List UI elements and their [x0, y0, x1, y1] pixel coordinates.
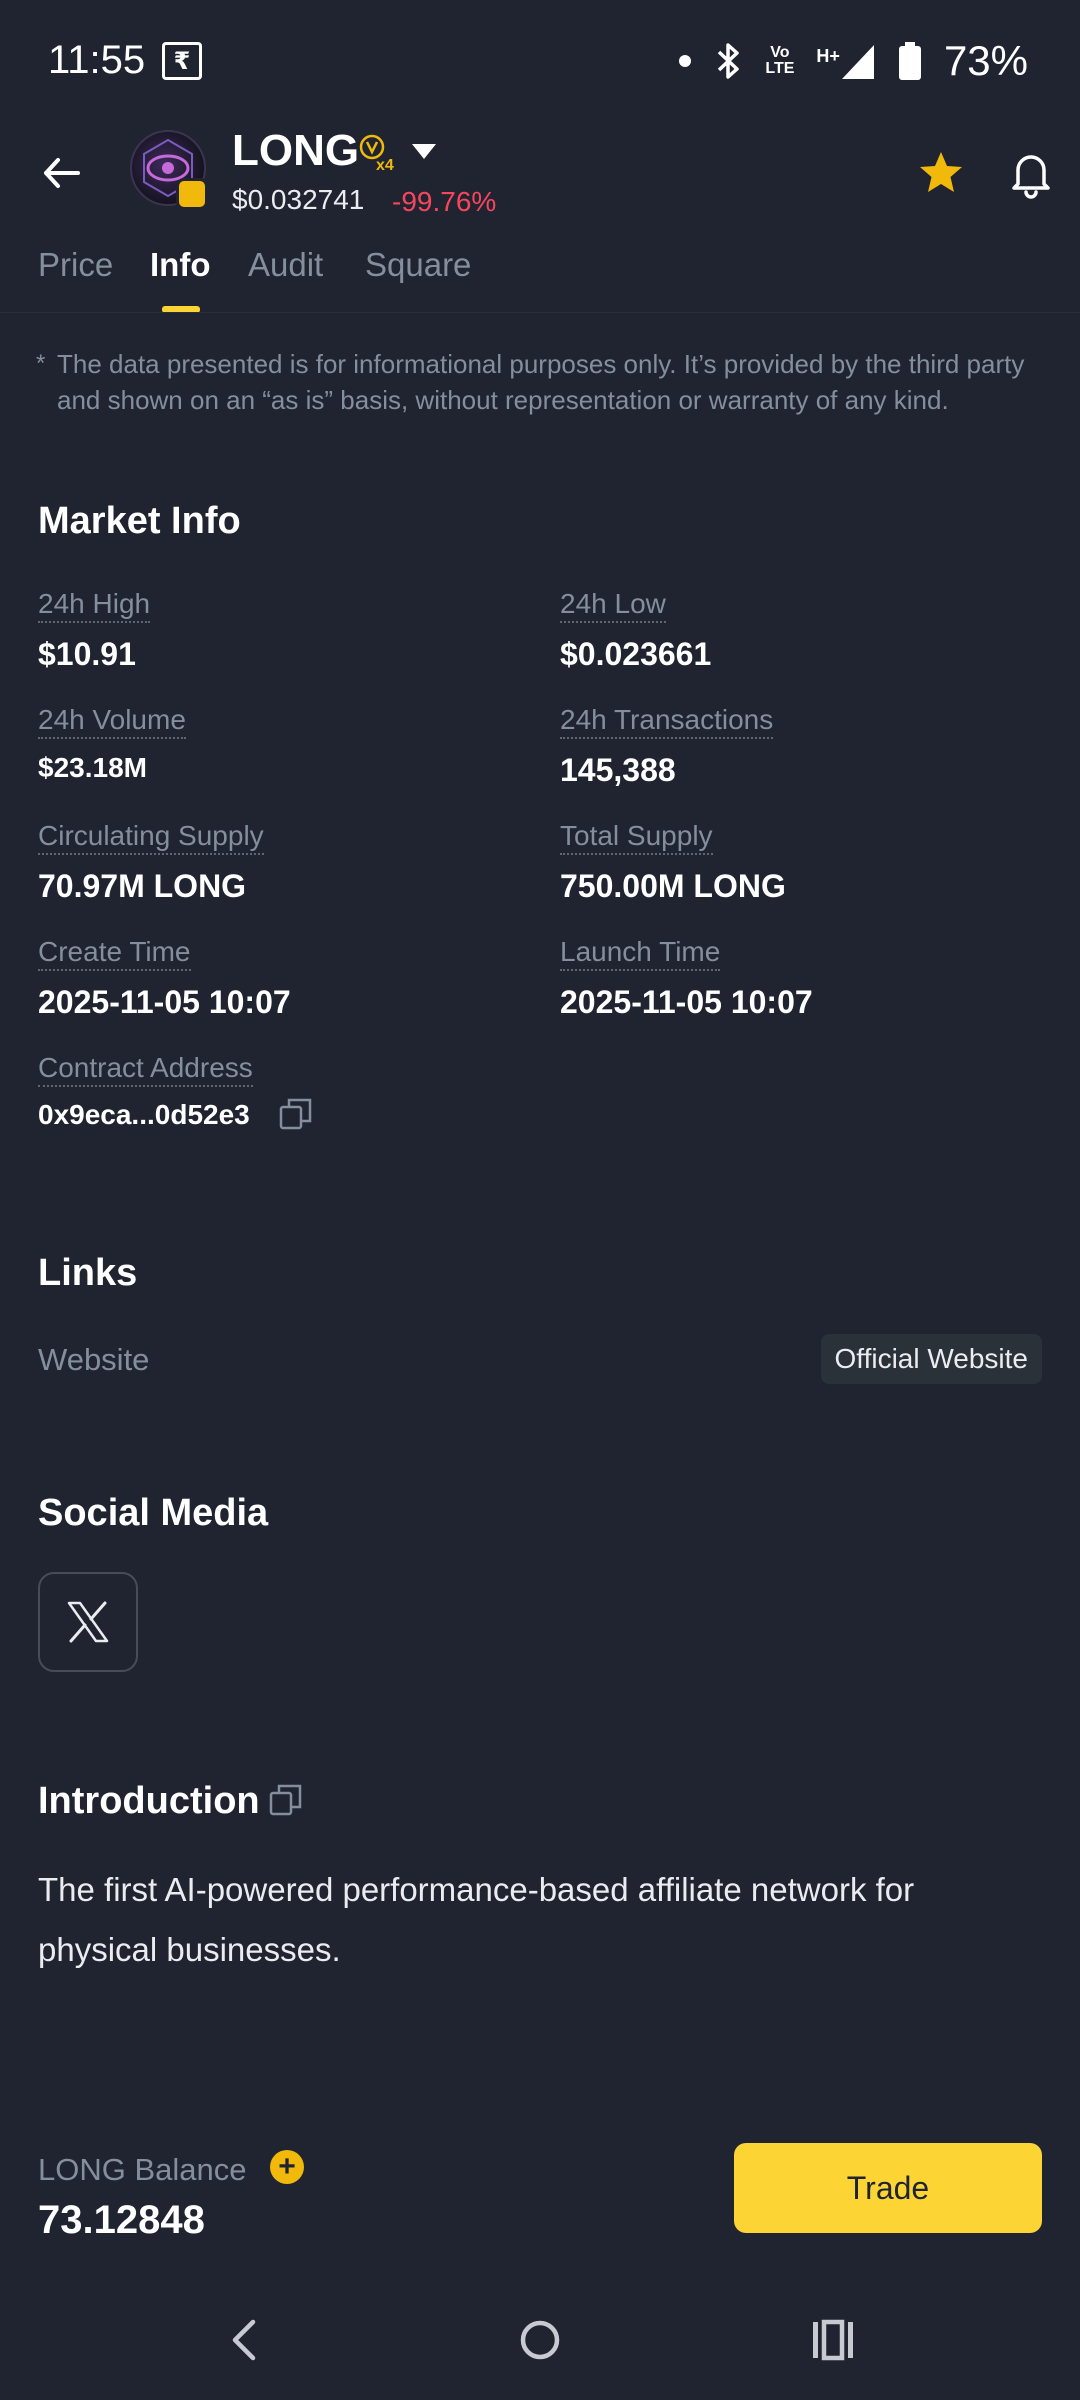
v-badge-icon: x4 [359, 134, 394, 172]
links-title: Links [38, 1252, 138, 1294]
disclaimer-text: The data presented is for informational … [57, 349, 1025, 415]
notification-dot-icon [679, 55, 692, 67]
price-change: -99.76% [392, 186, 497, 217]
volte-top: Vo [770, 44, 790, 61]
website-label: Website [38, 1342, 150, 1377]
battery-icon [898, 42, 921, 80]
high-label[interactable]: 24h High [38, 588, 151, 623]
token-price: $0.032741 [232, 184, 365, 215]
official-website-button[interactable]: Official Website [820, 1334, 1042, 1384]
create-time-label[interactable]: Create Time [38, 936, 191, 971]
bnb-chain-badge-icon [176, 178, 208, 210]
v-badge-label: x4 [376, 157, 394, 172]
transactions-label[interactable]: 24h Transactions [560, 704, 774, 739]
low-value: $0.023661 [560, 636, 712, 672]
nav-recents-icon[interactable] [810, 2318, 856, 2362]
introduction-title: Introduction [38, 1780, 260, 1822]
tab-audit[interactable]: Audit [248, 246, 323, 284]
circulating-supply-label[interactable]: Circulating Supply [38, 820, 264, 855]
contract-address-value: 0x9eca...0d52e3 [38, 1099, 250, 1130]
disclaimer-asterisk: * [36, 350, 46, 377]
system-nav-bar [0, 2280, 1080, 2400]
status-icons: Vo LTE H+ 73% [679, 36, 1028, 86]
signal-icon [841, 45, 874, 79]
tab-square[interactable]: Square [365, 246, 471, 284]
chevron-down-icon[interactable] [412, 144, 436, 159]
copy-intro-icon[interactable] [268, 1782, 304, 1818]
volume-value: $23.18M [38, 752, 147, 783]
status-time: 11:55 [48, 38, 146, 82]
market-info-title: Market Info [38, 500, 241, 542]
rupee-notification-icon: ₹ [162, 42, 202, 80]
battery-percent: 73% [943, 37, 1028, 84]
circulating-supply-value: 70.97M LONG [38, 868, 247, 904]
trade-button[interactable]: Trade [734, 2143, 1042, 2233]
x-logo-icon [67, 1601, 109, 1643]
balance-value: 73.12848 [38, 2198, 205, 2242]
signal-group: H+ [816, 41, 876, 81]
total-supply-label[interactable]: Total Supply [560, 820, 713, 855]
tabs-divider [0, 312, 1080, 313]
volte-bottom: LTE [765, 60, 795, 77]
launch-time-label[interactable]: Launch Time [560, 936, 721, 971]
copy-address-icon[interactable] [278, 1096, 314, 1132]
favorite-star-icon[interactable] [916, 148, 966, 198]
nav-home-icon[interactable] [518, 2318, 562, 2362]
social-media-title: Social Media [38, 1492, 269, 1534]
bell-icon[interactable] [1004, 146, 1058, 200]
tab-price[interactable]: Price [38, 246, 113, 284]
back-arrow-icon[interactable] [38, 148, 88, 198]
hplus-label: H+ [816, 46, 840, 66]
high-value: $10.91 [38, 636, 136, 672]
launch-time-value: 2025-11-05 10:07 [560, 984, 813, 1020]
introduction-text: The first AI-powered performance-based a… [38, 1871, 915, 1968]
tab-info[interactable]: Info [150, 246, 210, 284]
transactions-value: 145,388 [560, 752, 676, 788]
balance-label: LONG Balance [38, 2152, 247, 2187]
volume-label[interactable]: 24h Volume [38, 704, 186, 739]
contract-address-label[interactable]: Contract Address [38, 1052, 253, 1087]
nav-back-icon[interactable] [225, 2316, 265, 2364]
token-name: LONG [232, 126, 360, 175]
volte-icon: Vo LTE [765, 45, 794, 77]
create-time-value: 2025-11-05 10:07 [38, 984, 291, 1020]
low-label[interactable]: 24h Low [560, 588, 666, 623]
plus-icon[interactable]: + [270, 2150, 304, 2184]
bluetooth-icon [718, 43, 740, 79]
x-social-button[interactable] [38, 1572, 138, 1672]
total-supply-value: 750.00M LONG [560, 868, 786, 904]
